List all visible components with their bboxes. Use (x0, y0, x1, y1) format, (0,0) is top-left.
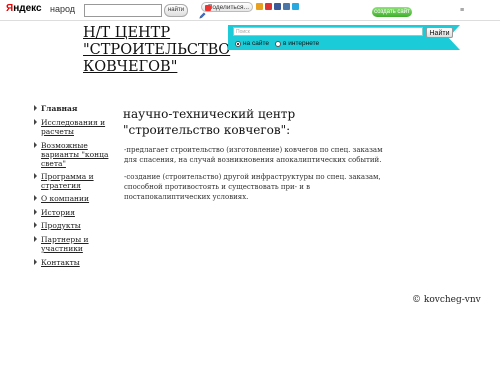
toolbar-search-button[interactable]: найти (164, 4, 188, 17)
content-paragraph-2: -создание (строительство) другой инфраст… (124, 173, 381, 201)
nav-item-label: Продукты (41, 221, 81, 230)
logo-text: ндекс (13, 3, 42, 14)
footer-copyright: © kovcheg-vnv (412, 295, 481, 305)
nav-item-label: Возможные варианты "конца света" (41, 141, 109, 168)
mail-icon[interactable] (265, 3, 272, 10)
toolbar-menu-icon[interactable]: ≡ (460, 7, 464, 14)
narod-link[interactable]: народ (50, 4, 75, 14)
arrow-icon (34, 105, 37, 111)
nav-item-label: Главная (41, 104, 78, 113)
nav-item-label: О компании (41, 194, 90, 203)
arrow-icon (34, 236, 37, 242)
nav-item-label: Партнеры и участники (41, 235, 89, 253)
create-site-button[interactable]: создать сайт (372, 7, 412, 17)
radio-on-site[interactable] (235, 41, 241, 47)
nav-item-label: Исследования и расчеты (41, 118, 106, 136)
nav-item-about[interactable]: О компании (34, 194, 109, 203)
nav-item-label: Контакты (41, 258, 80, 267)
share-button[interactable]: Поделиться... (201, 2, 253, 12)
content-paragraph-1: -предлагает строительство (изготовление)… (124, 146, 383, 164)
nav-item-label: История (41, 208, 75, 217)
site-search-input[interactable]: Поиск (233, 27, 423, 36)
vkontakte-icon[interactable] (283, 3, 290, 10)
odnoklassniki-icon[interactable] (256, 3, 263, 10)
share-icon (205, 5, 211, 11)
toolbar-search-input[interactable] (84, 4, 162, 17)
nav-item-home[interactable]: Главная (34, 104, 109, 113)
twitter-icon[interactable] (292, 3, 299, 10)
nav-item-products[interactable]: Продукты (34, 221, 109, 230)
arrow-icon (34, 209, 37, 215)
facebook-icon[interactable] (274, 3, 281, 10)
nav-item-program[interactable]: Программа и стратегия (34, 172, 109, 190)
site-search-button[interactable]: Найти (426, 27, 453, 38)
share-label: Поделиться... (207, 4, 249, 11)
nav-item-scenarios[interactable]: Возможные варианты "конца света" (34, 141, 109, 168)
arrow-icon (34, 173, 37, 179)
nav-item-research[interactable]: Исследования и расчеты (34, 118, 109, 136)
nav-item-history[interactable]: История (34, 208, 109, 217)
yandex-toolbar: Яндекс народ найти Поделиться... создать… (0, 0, 500, 21)
nav-item-contacts[interactable]: Контакты (34, 258, 109, 267)
arrow-icon (34, 119, 37, 125)
arrow-icon (34, 195, 37, 201)
nav-item-partners[interactable]: Партнеры и участники (34, 235, 109, 253)
arrow-icon (34, 259, 37, 265)
pencil-icon[interactable] (199, 12, 206, 19)
arrow-icon (34, 222, 37, 228)
radio-internet[interactable] (275, 41, 281, 47)
page-heading: научно-технический центр "строительство … (123, 107, 296, 137)
yandex-logo[interactable]: Яндекс (6, 3, 42, 14)
radio-on-site-label: на сайте (243, 40, 270, 47)
arrow-icon (34, 142, 37, 148)
site-title[interactable]: Н/Т ЦЕНТР "СТРОИТЕЛЬСТВО КОВЧЕГОВ" (83, 25, 230, 76)
radio-internet-label: в интернете (283, 40, 320, 47)
nav-item-label: Программа и стратегия (41, 172, 94, 190)
